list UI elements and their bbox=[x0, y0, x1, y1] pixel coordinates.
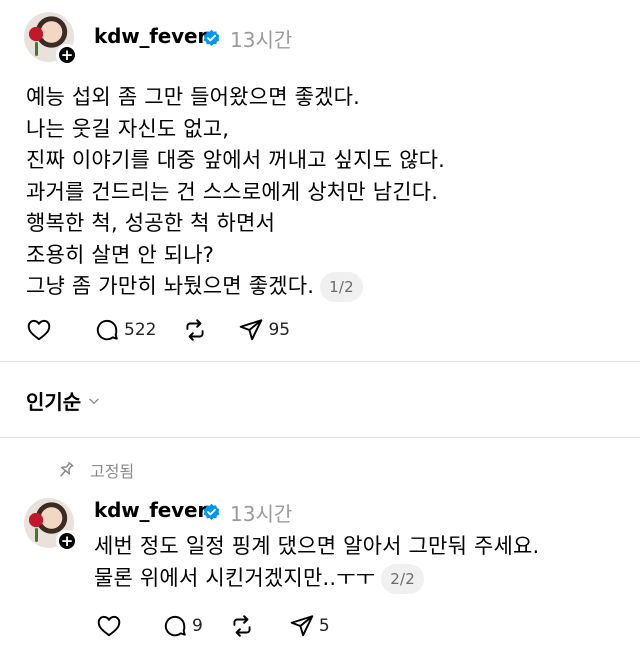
reply-line: 물론 위에서 시킨거겠지만..ㅜㅜ bbox=[94, 566, 376, 590]
comment-count: 522 bbox=[124, 320, 157, 340]
reply-body: 세번 정도 일정 핑계 댔으면 알아서 그만둬 주세요. 물론 위에서 시킨거겠… bbox=[94, 530, 539, 594]
chevron-down-icon bbox=[89, 398, 99, 404]
page-indicator: 1/2 bbox=[320, 272, 363, 302]
comment-icon bbox=[164, 615, 186, 637]
follow-plus-icon[interactable]: + bbox=[56, 44, 78, 66]
verified-icon bbox=[203, 503, 220, 520]
avatar-flower bbox=[28, 24, 44, 44]
share-icon bbox=[290, 615, 314, 637]
reply-actions: 9 5 bbox=[96, 613, 356, 639]
post-line: 나는 웃길 자신도 없고, bbox=[26, 116, 230, 141]
sort-label: 인기순 bbox=[26, 390, 82, 414]
reply-time: 13시간 bbox=[230, 502, 293, 526]
reply-username[interactable]: kdw_fever bbox=[94, 498, 207, 522]
repost-button[interactable] bbox=[229, 613, 259, 639]
repost-button[interactable] bbox=[182, 317, 212, 343]
comment-count: 9 bbox=[192, 616, 203, 636]
repost-icon bbox=[233, 615, 251, 637]
post-line: 과거를 건드리는 건 스스로에게 상처만 남긴다. bbox=[26, 179, 439, 204]
avatar-flower bbox=[28, 510, 44, 530]
comment-button[interactable]: 522 bbox=[94, 317, 156, 343]
comment-button[interactable]: 9 bbox=[162, 613, 203, 639]
share-count: 95 bbox=[268, 320, 291, 340]
reply-line: 세번 정도 일정 핑계 댔으면 알아서 그만둬 주세요. bbox=[94, 534, 540, 558]
post-actions: 522 95 bbox=[26, 317, 316, 343]
page-indicator: 2/2 bbox=[381, 564, 425, 594]
post-line: 그냥 좀 가만히 놔뒀으면 좋겠다. bbox=[26, 274, 315, 298]
avatar-stem bbox=[35, 42, 38, 56]
post-username[interactable]: kdw_fever bbox=[94, 24, 207, 48]
like-button[interactable] bbox=[26, 317, 56, 343]
pinned-label: 고정됨 bbox=[90, 462, 135, 481]
sort-dropdown[interactable]: 인기순 bbox=[26, 386, 101, 415]
reply-avatar[interactable]: + bbox=[24, 498, 78, 552]
share-icon bbox=[240, 319, 263, 341]
divider bbox=[0, 361, 640, 362]
share-button[interactable]: 5 bbox=[289, 613, 330, 639]
like-button[interactable] bbox=[96, 613, 126, 639]
follow-plus-icon[interactable]: + bbox=[56, 530, 78, 552]
comment-icon bbox=[96, 319, 118, 341]
heart-icon bbox=[97, 615, 121, 637]
divider bbox=[0, 437, 640, 438]
post-body: 예능 섭외 좀 그만 들어왔으면 좋겠다. 나는 웃길 자신도 없고, 진짜 이… bbox=[26, 82, 445, 303]
post-line-last: 그냥 좀 가만히 놔뒀으면 좋겠다. 1/2 bbox=[26, 271, 445, 303]
post-time: 13시간 bbox=[230, 28, 293, 52]
reply-line-last: 물론 위에서 시킨거겠지만..ㅜㅜ 2/2 bbox=[94, 562, 539, 594]
pin-icon bbox=[60, 461, 74, 477]
avatar-stem bbox=[35, 528, 38, 542]
avatar[interactable]: + bbox=[24, 12, 78, 66]
verified-icon bbox=[203, 29, 220, 46]
post-line: 예능 섭외 좀 그만 들어왔으면 좋겠다. bbox=[26, 85, 361, 109]
pinned-indicator: 고정됨 bbox=[56, 458, 134, 482]
share-count: 5 bbox=[318, 616, 330, 636]
post-line: 행복한 척, 성공한 척 하면서 bbox=[26, 211, 276, 235]
repost-icon bbox=[186, 319, 205, 341]
share-button[interactable]: 95 bbox=[238, 317, 290, 343]
post-line: 진짜 이야기를 대중 앞에서 꺼내고 싶지도 않다. bbox=[26, 148, 446, 172]
post-line: 조용히 살면 안 되나? bbox=[26, 242, 215, 267]
heart-icon bbox=[27, 319, 51, 341]
